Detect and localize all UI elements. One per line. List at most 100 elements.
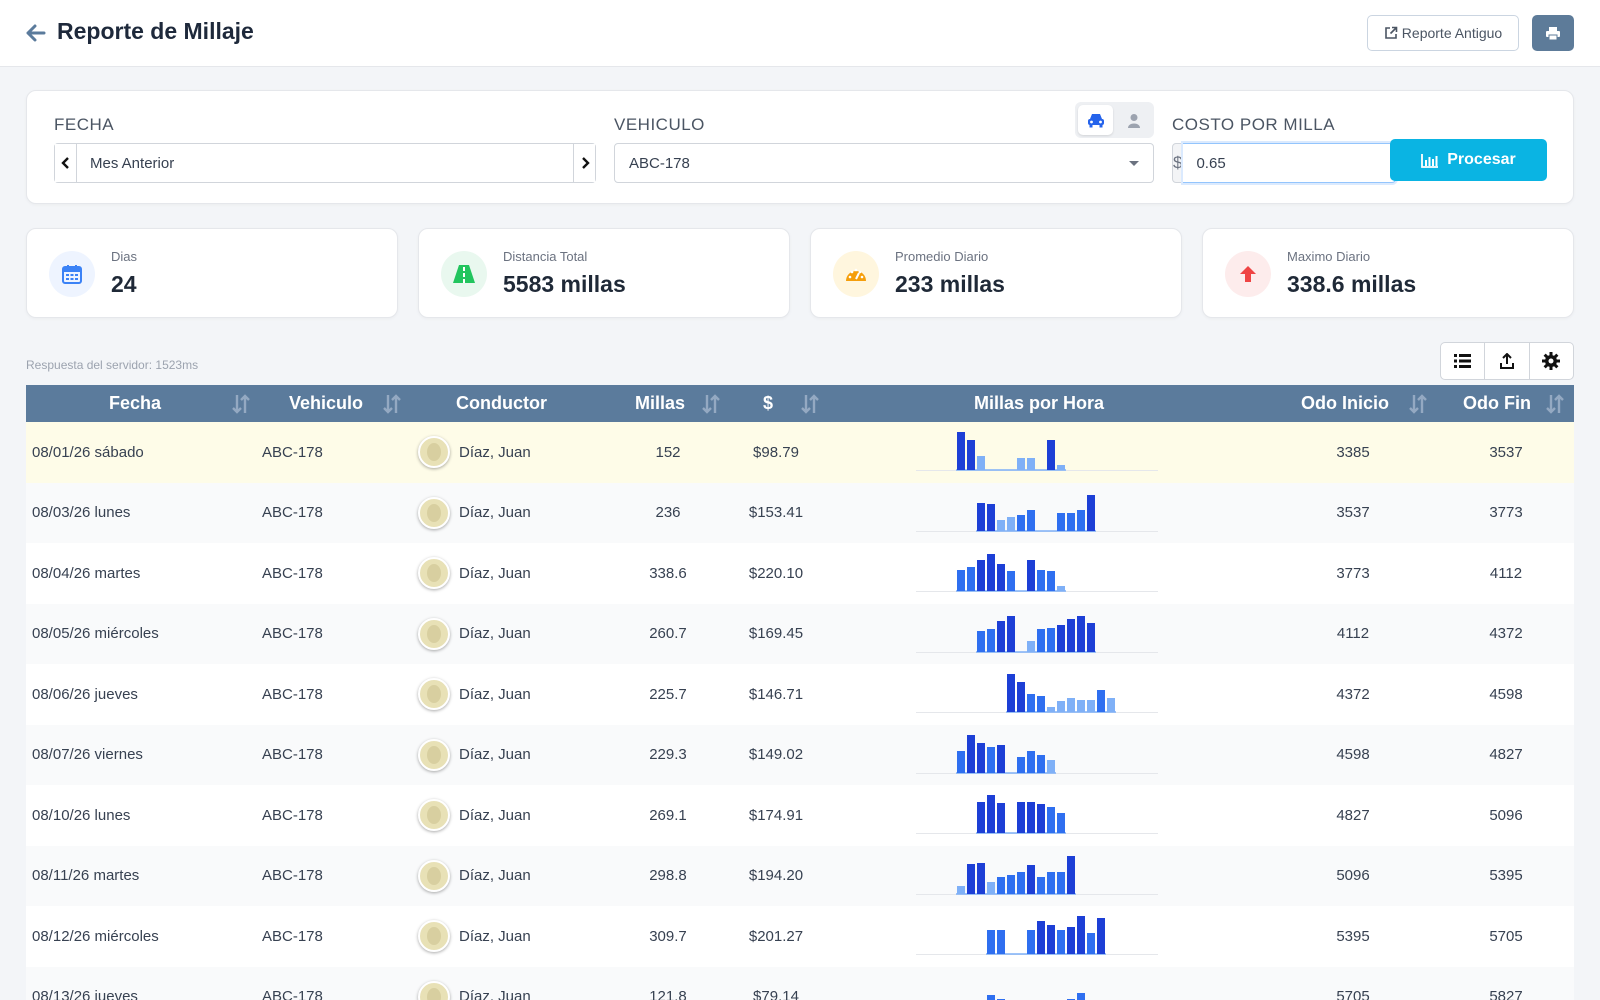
cell-vehiculo: ABC-178	[262, 806, 323, 824]
hourly-bar	[1027, 694, 1035, 712]
driver-name: Díaz, Juan	[459, 625, 531, 642]
hourly-bar	[997, 620, 1005, 652]
column-header-vehiculo[interactable]: Vehiculo	[289, 385, 363, 422]
cell-fecha: 08/11/26 martes	[32, 867, 140, 884]
cell-odo-inicio: 3385	[1336, 443, 1370, 461]
hourly-bar	[997, 930, 1005, 954]
hourly-bar	[1027, 864, 1035, 894]
column-header-millas[interactable]: Millas	[635, 385, 685, 422]
hourly-bar	[1027, 802, 1035, 833]
table-row[interactable]: 08/13/26 jueves ABC-178 121.8 $79.14 5705 582…	[26, 966, 1574, 1000]
hourly-bar	[957, 750, 965, 773]
arrow-up-icon	[1240, 266, 1256, 282]
sort-icon[interactable]	[702, 394, 720, 414]
road-icon	[453, 265, 475, 283]
date-range-input[interactable]	[77, 144, 573, 182]
vehicle-select[interactable]: ABC-178	[614, 143, 1154, 183]
dollar-prefix: $	[1172, 143, 1184, 183]
toggle-driver[interactable]	[1116, 105, 1151, 135]
driver-name: Díaz, Juan	[459, 564, 531, 582]
date-prev-button[interactable]	[55, 144, 77, 182]
date-next-button[interactable]	[573, 144, 595, 182]
print-button[interactable]	[1532, 15, 1574, 51]
hourly-mileage-sparkline	[916, 432, 1158, 471]
cell-vehiculo: ABC-178	[262, 685, 323, 703]
avatar	[418, 678, 450, 710]
cell-vehiculo: ABC-178	[262, 746, 323, 763]
mileage-table: Fecha Vehiculo Conductor Millas $ Millas…	[26, 385, 1574, 1000]
hourly-bar	[987, 554, 995, 591]
column-header-conductor[interactable]: Conductor	[456, 385, 547, 422]
hourly-bar	[987, 994, 995, 1000]
export-icon	[1499, 353, 1514, 369]
stat-card-daily-max: Maximo Diario 338.6 millas	[1202, 228, 1574, 318]
table-row[interactable]: 08/07/26 viernes ABC-178 229.3 $149.02 4598 4…	[26, 724, 1574, 785]
table-row[interactable]: 08/03/26 lunes ABC-178 236 $153.41 3537 3773 D…	[26, 482, 1574, 543]
hourly-bar	[1067, 698, 1075, 712]
table-row[interactable]: 08/11/26 martes ABC-178 298.8 $194.20 5096 53…	[26, 845, 1574, 906]
hourly-bar	[1037, 628, 1045, 652]
cell-vehiculo: ABC-178	[262, 564, 323, 582]
sort-icon[interactable]	[232, 394, 250, 414]
list-view-button[interactable]	[1441, 343, 1484, 379]
cell-millas: 260.7	[649, 625, 687, 642]
stat-value: 233 millas	[895, 271, 1005, 297]
hourly-bar	[1007, 516, 1015, 531]
cell-costo: $201.27	[748, 927, 804, 945]
hourly-bar	[1047, 440, 1055, 470]
user-icon	[1127, 113, 1140, 128]
cell-conductor: Díaz, Juan	[418, 483, 531, 543]
hourly-bar	[1037, 696, 1045, 712]
settings-button[interactable]	[1528, 343, 1573, 379]
cell-vehiculo: ABC-178	[262, 504, 323, 521]
sort-icon[interactable]	[801, 394, 819, 414]
hourly-bar	[1047, 627, 1055, 652]
avatar	[418, 980, 450, 1000]
table-row[interactable]: 08/10/26 lunes ABC-178 269.1 $174.91 4827 509…	[26, 785, 1574, 846]
hourly-bar	[1007, 674, 1015, 712]
hourly-bar	[997, 744, 1005, 773]
cell-conductor: Díaz, Juan	[418, 906, 531, 966]
back-arrow-icon[interactable]	[26, 23, 46, 43]
cell-odo-fin: 5096	[1489, 806, 1523, 824]
hourly-bar	[1057, 701, 1065, 712]
column-header-fecha[interactable]: Fecha	[109, 385, 161, 422]
table-row[interactable]: 08/12/26 miércoles ABC-178 309.7 $201.27 539…	[26, 906, 1574, 967]
cell-odo-inicio: 4827	[1336, 806, 1370, 824]
cell-fecha: 08/10/26 lunes	[32, 806, 131, 824]
column-header-costo[interactable]: $	[763, 385, 773, 422]
column-header-millas-por-hora: Millas por Hora	[974, 393, 1105, 413]
hourly-bar	[1037, 754, 1045, 773]
old-report-button[interactable]: Reporte Antiguo	[1367, 15, 1519, 51]
hourly-bar	[1097, 690, 1105, 712]
cost-per-mile-input[interactable]	[1183, 143, 1397, 183]
table-row[interactable]: 08/04/26 martes ABC-178 338.6 $220.10 3773 41…	[26, 543, 1574, 604]
hourly-bar	[977, 456, 985, 470]
hourly-bar	[1037, 570, 1045, 591]
hourly-mileage-sparkline	[916, 554, 1158, 592]
sort-icon[interactable]	[1409, 394, 1427, 414]
toggle-vehicle[interactable]	[1078, 105, 1113, 135]
cost-per-mile-group: $	[1172, 143, 1397, 183]
hourly-bar	[1077, 615, 1085, 652]
cell-odo-fin: 5705	[1489, 927, 1523, 945]
table-row[interactable]: 08/01/26 sábado ABC-178 152 $98.79 3385 3537 D…	[26, 422, 1574, 483]
hourly-bar	[1047, 707, 1055, 712]
hourly-bar	[1017, 802, 1025, 833]
process-button[interactable]: Procesar	[1390, 139, 1547, 181]
table-row[interactable]: 08/05/26 miércoles ABC-178 260.7 $169.45 411…	[26, 603, 1574, 664]
sort-icon[interactable]	[383, 394, 401, 414]
column-header-odo-inicio[interactable]: Odo Inicio	[1301, 385, 1389, 422]
avatar	[418, 799, 450, 831]
sort-icon[interactable]	[1546, 394, 1564, 414]
column-header-odo-fin[interactable]: Odo Fin	[1463, 385, 1531, 422]
hourly-bar	[1027, 640, 1035, 652]
cell-odo-fin: 3537	[1489, 443, 1523, 461]
table-row[interactable]: 08/06/26 jueves ABC-178 225.7 $146.71 4372 45…	[26, 664, 1574, 725]
date-range-picker	[54, 143, 596, 183]
hourly-bar	[1027, 750, 1035, 773]
hourly-bar	[967, 734, 975, 773]
list-icon	[1454, 354, 1472, 368]
hourly-bar	[1087, 933, 1095, 954]
export-button[interactable]	[1484, 343, 1528, 379]
